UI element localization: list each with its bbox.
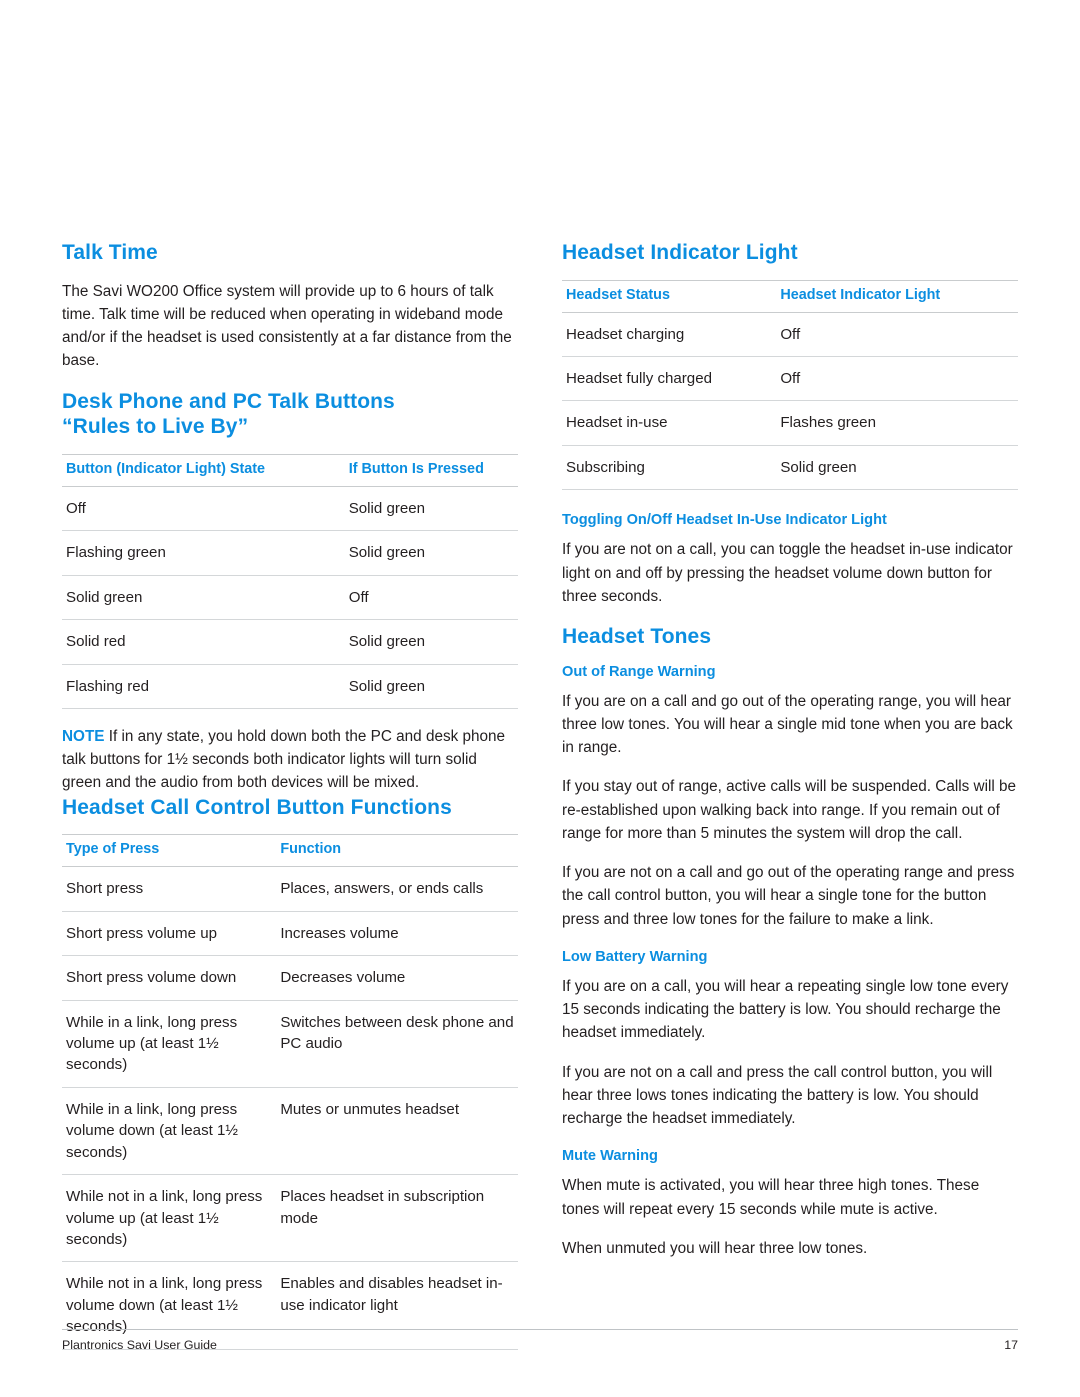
table-row: Short press Places, answers, or ends cal…: [62, 866, 518, 912]
cell-type: Short press volume up: [62, 911, 277, 957]
table-row: Solid green Off: [62, 575, 518, 621]
out-of-range-subhead: Out of Range Warning: [562, 663, 716, 680]
note-label: NOTE: [62, 727, 105, 745]
call-control-heading: Headset Call Control Button Functions: [62, 795, 452, 819]
table-row: While not in a link, long press volume u…: [62, 1174, 518, 1263]
mute-warning-p2: When unmuted you will hear three low ton…: [562, 1239, 868, 1257]
table-row: While in a link, long press volume down …: [62, 1087, 518, 1176]
cell-pressed: Solid green: [344, 619, 518, 665]
table-row: Headset in-use Flashes green: [562, 400, 1018, 446]
table-row: Flashing red Solid green: [62, 664, 518, 709]
talk-time-heading: Talk Time: [62, 241, 158, 264]
footer-page-number: 17: [1004, 1338, 1018, 1352]
table-row: Short press volume up Increases volume: [62, 911, 518, 957]
cell-state: Flashing red: [62, 664, 345, 709]
rules-note: NOTE If in any state, you hold down both…: [62, 725, 518, 795]
cell-status: Headset in-use: [562, 400, 777, 446]
table-row: Off Solid green: [62, 486, 518, 532]
indicator-heading: Headset Indicator Light: [562, 241, 798, 264]
two-column-layout: Talk Time The Savi WO200 Office system w…: [62, 240, 1018, 1356]
mute-warning-subhead: Mute Warning: [562, 1148, 658, 1165]
note-text: If in any state, you hold down both the …: [62, 727, 506, 792]
rules-table: Button (Indicator Light) State If Button…: [62, 454, 518, 709]
table-row: While in a link, long press volume up (a…: [62, 1000, 518, 1088]
table-header-row: Headset Status Headset Indicator Light: [562, 280, 1018, 313]
out-of-range-p3: If you are not on a call and go out of t…: [562, 864, 1015, 928]
left-column: Talk Time The Savi WO200 Office system w…: [62, 240, 518, 1356]
rules-header-state: Button (Indicator Light) State: [62, 454, 345, 487]
table-row: Short press volume down Decreases volume: [62, 955, 518, 1001]
cell-function: Places headset in subscription mode: [276, 1174, 518, 1263]
cell-status: Subscribing: [562, 445, 777, 491]
cell-function: Mutes or unmutes headset: [276, 1087, 518, 1176]
low-battery-subhead: Low Battery Warning: [562, 948, 708, 965]
cell-state: Off: [62, 486, 345, 532]
headset-tones-heading: Headset Tones: [562, 625, 712, 649]
cell-function: Increases volume: [276, 911, 518, 957]
cell-pressed: Solid green: [344, 486, 518, 532]
cell-state: Solid green: [62, 575, 345, 621]
cell-pressed: Solid green: [344, 664, 518, 709]
cell-type: Short press: [62, 866, 277, 912]
cc-header-function: Function: [276, 835, 518, 868]
cell-type: While in a link, long press volume up (a…: [62, 1000, 277, 1088]
cell-function: Decreases volume: [276, 955, 518, 1001]
rules-header-pressed: If Button Is Pressed: [344, 454, 518, 487]
table-row: Flashing green Solid green: [62, 530, 518, 576]
footer-rule: [62, 1329, 1018, 1330]
cell-state: Flashing green: [62, 530, 345, 576]
table-header-row: Button (Indicator Light) State If Button…: [62, 454, 518, 487]
low-battery-p1: If you are on a call, you will hear a re…: [562, 977, 1009, 1042]
table-row: Headset fully charged Off: [562, 356, 1018, 402]
footer-document-title: Plantronics Savi User Guide: [62, 1338, 217, 1352]
ind-header-status: Headset Status: [562, 280, 777, 313]
indicator-table: Headset Status Headset Indicator Light H…: [562, 280, 1018, 491]
cell-light: Off: [776, 312, 1018, 358]
rules-heading-line1: Desk Phone and PC Talk Buttons: [62, 389, 395, 413]
cell-function: Places, answers, or ends calls: [276, 866, 518, 912]
cell-type: While in a link, long press volume down …: [62, 1087, 277, 1176]
ind-header-light: Headset Indicator Light: [776, 280, 1018, 313]
cell-type: Short press volume down: [62, 955, 277, 1001]
cell-status: Headset fully charged: [562, 356, 777, 402]
mute-warning-p1: When mute is activated, you will hear th…: [562, 1177, 980, 1218]
table-row: Subscribing Solid green: [562, 445, 1018, 491]
rules-heading-line2: “Rules to Live By”: [62, 415, 249, 439]
right-column: Headset Indicator Light Headset Status H…: [562, 240, 1018, 1356]
cell-light: Flashes green: [776, 400, 1018, 446]
cell-pressed: Off: [344, 575, 518, 621]
table-header-row: Type of Press Function: [62, 835, 518, 868]
cell-type: While not in a link, long press volume u…: [62, 1174, 277, 1263]
toggling-paragraph: If you are not on a call, you can toggle…: [562, 541, 1013, 605]
table-row: Solid red Solid green: [62, 619, 518, 665]
talk-time-paragraph: The Savi WO200 Office system will provid…: [62, 282, 512, 370]
out-of-range-p2: If you stay out of range, active calls w…: [562, 778, 1017, 842]
cell-state: Solid red: [62, 619, 345, 665]
page-footer: Plantronics Savi User Guide 17: [62, 1329, 1018, 1352]
out-of-range-p1: If you are on a call and go out of the o…: [562, 692, 1013, 757]
cell-light: Solid green: [776, 445, 1018, 491]
document-page: Talk Time The Savi WO200 Office system w…: [0, 0, 1080, 1397]
table-row: Headset charging Off: [562, 312, 1018, 358]
toggling-subhead: Toggling On/Off Headset In-Use Indicator…: [562, 512, 887, 529]
cc-header-type: Type of Press: [62, 835, 277, 868]
call-control-table: Type of Press Function Short press Place…: [62, 835, 518, 1350]
cell-light: Off: [776, 356, 1018, 402]
cell-pressed: Solid green: [344, 530, 518, 576]
cell-function: Switches between desk phone and PC audio: [276, 1000, 518, 1088]
low-battery-p2: If you are not on a call and press the c…: [562, 1063, 993, 1128]
footer-row: Plantronics Savi User Guide 17: [62, 1338, 1018, 1352]
cell-status: Headset charging: [562, 312, 777, 358]
